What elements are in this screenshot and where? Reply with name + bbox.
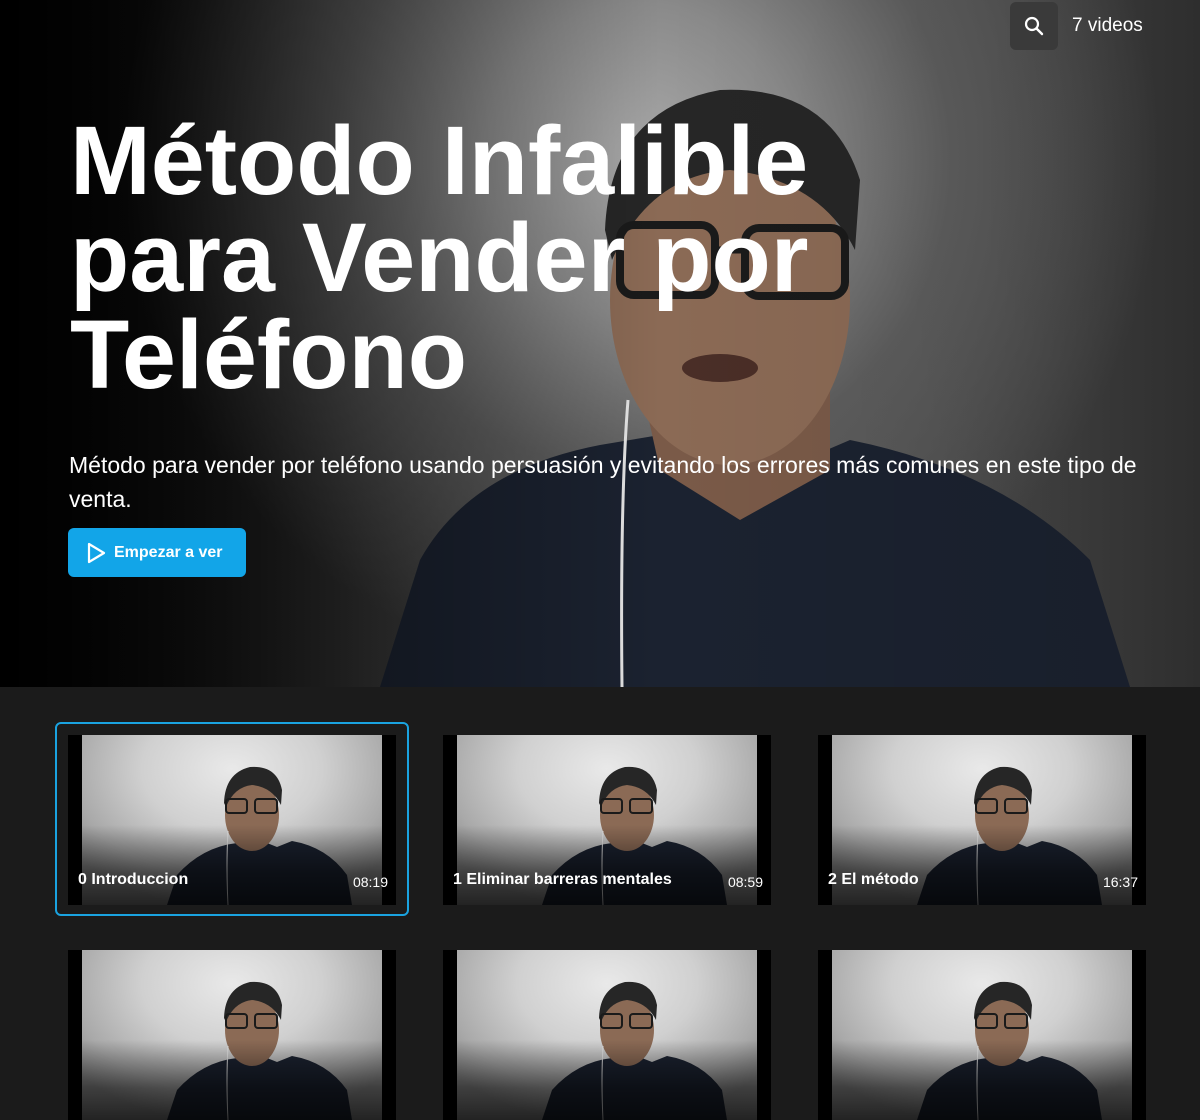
play-icon <box>87 542 106 563</box>
video-card[interactable]: 1 Eliminar barreras mentales 08:59 <box>443 735 771 905</box>
video-card[interactable]: 2 El método 16:37 <box>818 735 1146 905</box>
video-duration: 16:37 <box>1102 874 1138 890</box>
start-watching-button[interactable]: Empezar a ver <box>68 528 246 577</box>
video-card[interactable] <box>818 950 1146 1120</box>
hero-banner: 7 videos Método Infalible para Vender po… <box>0 0 1200 687</box>
video-card[interactable] <box>68 950 396 1120</box>
page-description: Método para vender por teléfono usando p… <box>69 452 1137 512</box>
video-card[interactable]: 0 Introduccion 08:19 <box>55 722 409 916</box>
video-count: 7 videos <box>1072 15 1143 36</box>
video-duration: 08:19 <box>352 874 388 890</box>
video-title: 0 Introduccion <box>78 871 189 888</box>
video-thumbnail <box>443 950 771 1120</box>
video-title: 1 Eliminar barreras mentales <box>453 871 672 888</box>
search-icon <box>1024 16 1044 36</box>
video-title: 2 El método <box>828 871 919 888</box>
video-thumbnail <box>818 950 1146 1120</box>
start-watching-label: Empezar a ver <box>114 543 223 561</box>
video-duration: 08:59 <box>727 874 763 890</box>
page-title: Método Infalible para Vender por Teléfon… <box>70 106 809 409</box>
video-card[interactable] <box>443 950 771 1120</box>
video-thumbnail <box>68 950 396 1120</box>
search-button[interactable] <box>1010 2 1058 50</box>
